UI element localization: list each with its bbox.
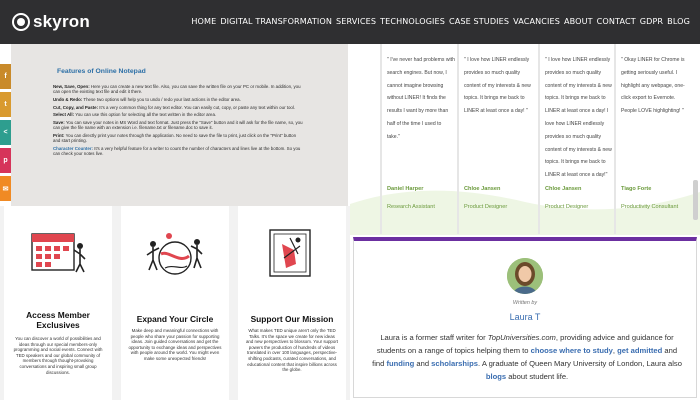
written-by-label: Written by [512, 300, 538, 306]
nav-services[interactable]: SERVICES [336, 16, 376, 26]
twitter-icon[interactable]: t [0, 92, 11, 117]
nav-blog[interactable]: BLOG [667, 16, 690, 26]
feature-item: Print: You can directly print your notes… [53, 133, 303, 144]
bio-text: and [414, 359, 432, 368]
feature-label: New, Save, Open: [53, 84, 90, 89]
feature-card-expand-circle: Expand Your Circle Make deep and meaning… [121, 206, 229, 400]
facebook-icon[interactable]: f [0, 64, 11, 89]
feature-card-body: You can discover a world of possibilitie… [13, 336, 103, 375]
feature-card-title: Support Our Mission [250, 314, 334, 324]
testimonial-role: Productivity Consultant [621, 204, 679, 210]
author-name[interactable]: Laura T [354, 312, 696, 322]
testimonial-divider [538, 44, 540, 234]
feature-card-body: What makes TED unique aren't only the TE… [245, 328, 338, 373]
share-icon[interactable]: < [0, 120, 11, 145]
mail-icon[interactable]: ✉ [0, 176, 11, 201]
notepad-features-panel: Features of Online Notepad New, Save, Op… [11, 44, 348, 206]
social-share-sidebar: f t < p ✉ [0, 64, 11, 204]
testimonial-divider [380, 44, 382, 234]
testimonials-section: " I've never had problems with search en… [350, 44, 700, 235]
testimonial-quote: " I love how LINER endlessly provides so… [545, 57, 612, 179]
link-choose-where-to-study[interactable]: choose where to study [531, 346, 613, 355]
testimonial-quote: " Okay LINER for Chrome is getting serio… [621, 57, 685, 115]
testimonial-divider [457, 44, 459, 234]
link-blogs[interactable]: blogs [486, 372, 506, 381]
nav-about[interactable]: ABOUT [564, 16, 593, 26]
notepad-features-list: New, Save, Open: Here you can create a n… [53, 84, 303, 159]
feature-card-title: Expand Your Circle [136, 314, 214, 324]
feature-label: Save: [53, 120, 65, 126]
main-nav: HOME DIGITAL TRANSFORMATION SERVICES TEC… [191, 16, 690, 26]
link-funding[interactable]: funding [386, 359, 414, 368]
feature-card-support-mission: Support Our Mission What makes TED uniqu… [238, 206, 346, 400]
feature-text: These two options will help you to undo … [83, 96, 241, 102]
calendar-illustration-icon [31, 233, 86, 273]
testimonial-name: Tiago Forte [621, 186, 652, 192]
nav-digital-transformation[interactable]: DIGITAL TRANSFORMATION [220, 16, 332, 26]
testimonial-card: " I love how LINER endlessly provides so… [457, 44, 532, 234]
bio-text: about student life. [506, 372, 569, 381]
page: { "brand": { "name": "skyron" }, "nav": … [0, 0, 700, 400]
nav-technologies[interactable]: TECHNOLOGIES [380, 16, 445, 26]
feature-label: Character Counter: [53, 146, 94, 152]
testimonial-divider [614, 44, 616, 234]
nav-case-studies[interactable]: CASE STUDIES [449, 16, 509, 26]
feature-text: You can use this option for selecting al… [75, 112, 217, 118]
bio-text: . A graduate of Queen Mary University of… [478, 359, 682, 368]
testimonial-name: Daniel Harper [387, 186, 424, 192]
bio-site-name: TopUniversities.com [487, 333, 556, 342]
nav-vacancies[interactable]: VACANCIES [513, 16, 560, 26]
testimonial-quote: " I love how LINER endlessly provides so… [464, 57, 531, 115]
feature-item: Undo & Redo: These two options will help… [53, 97, 303, 102]
feature-text: It's a very common thing for any text ed… [99, 104, 296, 110]
nav-gdpr[interactable]: GDPR [640, 16, 663, 26]
feature-card-body: Make deep and meaningful connections wit… [128, 328, 222, 361]
pinterest-icon[interactable]: p [0, 148, 11, 173]
testimonial-card: " Okay LINER for Chrome is getting serio… [614, 44, 689, 234]
testimonial-role: Product Designer [545, 204, 589, 210]
top-navbar: skyron HOME DIGITAL TRANSFORMATION SERVI… [0, 0, 700, 44]
link-get-admitted[interactable]: get admitted [617, 346, 662, 355]
author-bio: Laura is a former staff writer for TopUn… [371, 331, 683, 383]
author-avatar [507, 258, 543, 294]
notepad-features-title: Features of Online Notepad [57, 68, 146, 75]
logo-text: skyron [33, 12, 90, 31]
feature-label: Cut, Copy, and Paste: [53, 104, 99, 110]
feature-label: Print: [53, 133, 65, 139]
nav-contact[interactable]: CONTACT [597, 16, 636, 26]
feature-item: New, Save, Open: Here you can create a n… [53, 84, 303, 95]
feature-text: Here you can create a new text file. Als… [53, 84, 301, 95]
testimonial-name: Chloe Jansen [464, 186, 501, 192]
feature-text: You can directly print your notes throug… [53, 133, 297, 144]
logo-icon [12, 13, 30, 31]
feature-text: You can save your notes in MS Word and t… [53, 120, 303, 131]
author-bio-box: Written by Laura T Laura is a former sta… [353, 237, 697, 398]
feature-item: Select All: You can use this option for … [53, 112, 303, 117]
bio-text: Laura is a former staff writer for [380, 333, 488, 342]
testimonial-role: Research Assistant [387, 204, 435, 210]
author-photo-icon [507, 258, 543, 294]
skyron-logo[interactable]: skyron [12, 12, 90, 32]
page-scrollbar[interactable] [693, 180, 698, 220]
mission-frame-illustration-icon [269, 229, 311, 277]
feature-item: Character Counter: It's a very helpful f… [53, 146, 303, 157]
testimonial-quote: " I've never had problems with search en… [387, 57, 455, 140]
feature-label: Select All: [53, 112, 75, 118]
feature-label: Undo & Redo: [53, 96, 83, 102]
testimonial-name: Chloe Jansen [545, 186, 582, 192]
feature-card-member-exclusives: Access Member Exclusives You can discove… [4, 206, 112, 400]
link-scholarships[interactable]: scholarships [431, 359, 478, 368]
feature-item: Save: You can save your notes in MS Word… [53, 120, 303, 131]
nav-home[interactable]: HOME [191, 16, 216, 26]
testimonial-card: " I love how LINER endlessly provides so… [538, 44, 613, 234]
globe-people-illustration-icon [146, 233, 203, 275]
feature-item: Cut, Copy, and Paste: It's a very common… [53, 105, 303, 110]
testimonial-card: " I've never had problems with search en… [380, 44, 455, 234]
testimonial-role: Product Designer [464, 204, 508, 210]
feature-card-title: Access Member Exclusives [26, 310, 90, 330]
